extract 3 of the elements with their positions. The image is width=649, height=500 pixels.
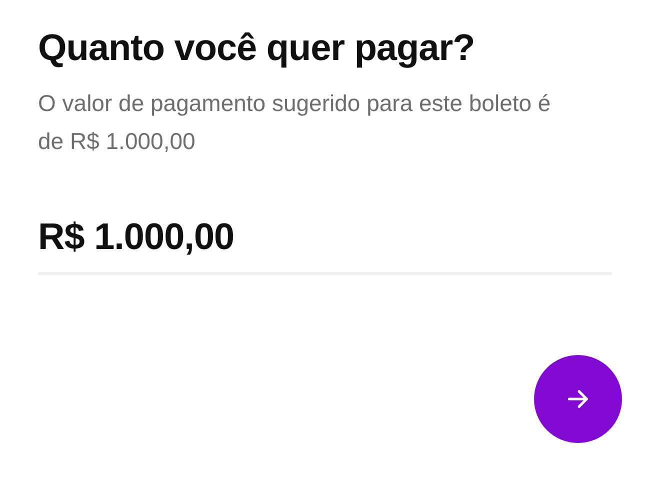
amount-field[interactable]: R$ 1.000,00 [38,216,612,275]
page-title: Quanto você quer pagar? [38,26,476,70]
suggested-amount-text: O valor de pagamento sugerido para este boleto é de R$ 1.000,00 [38,89,552,156]
